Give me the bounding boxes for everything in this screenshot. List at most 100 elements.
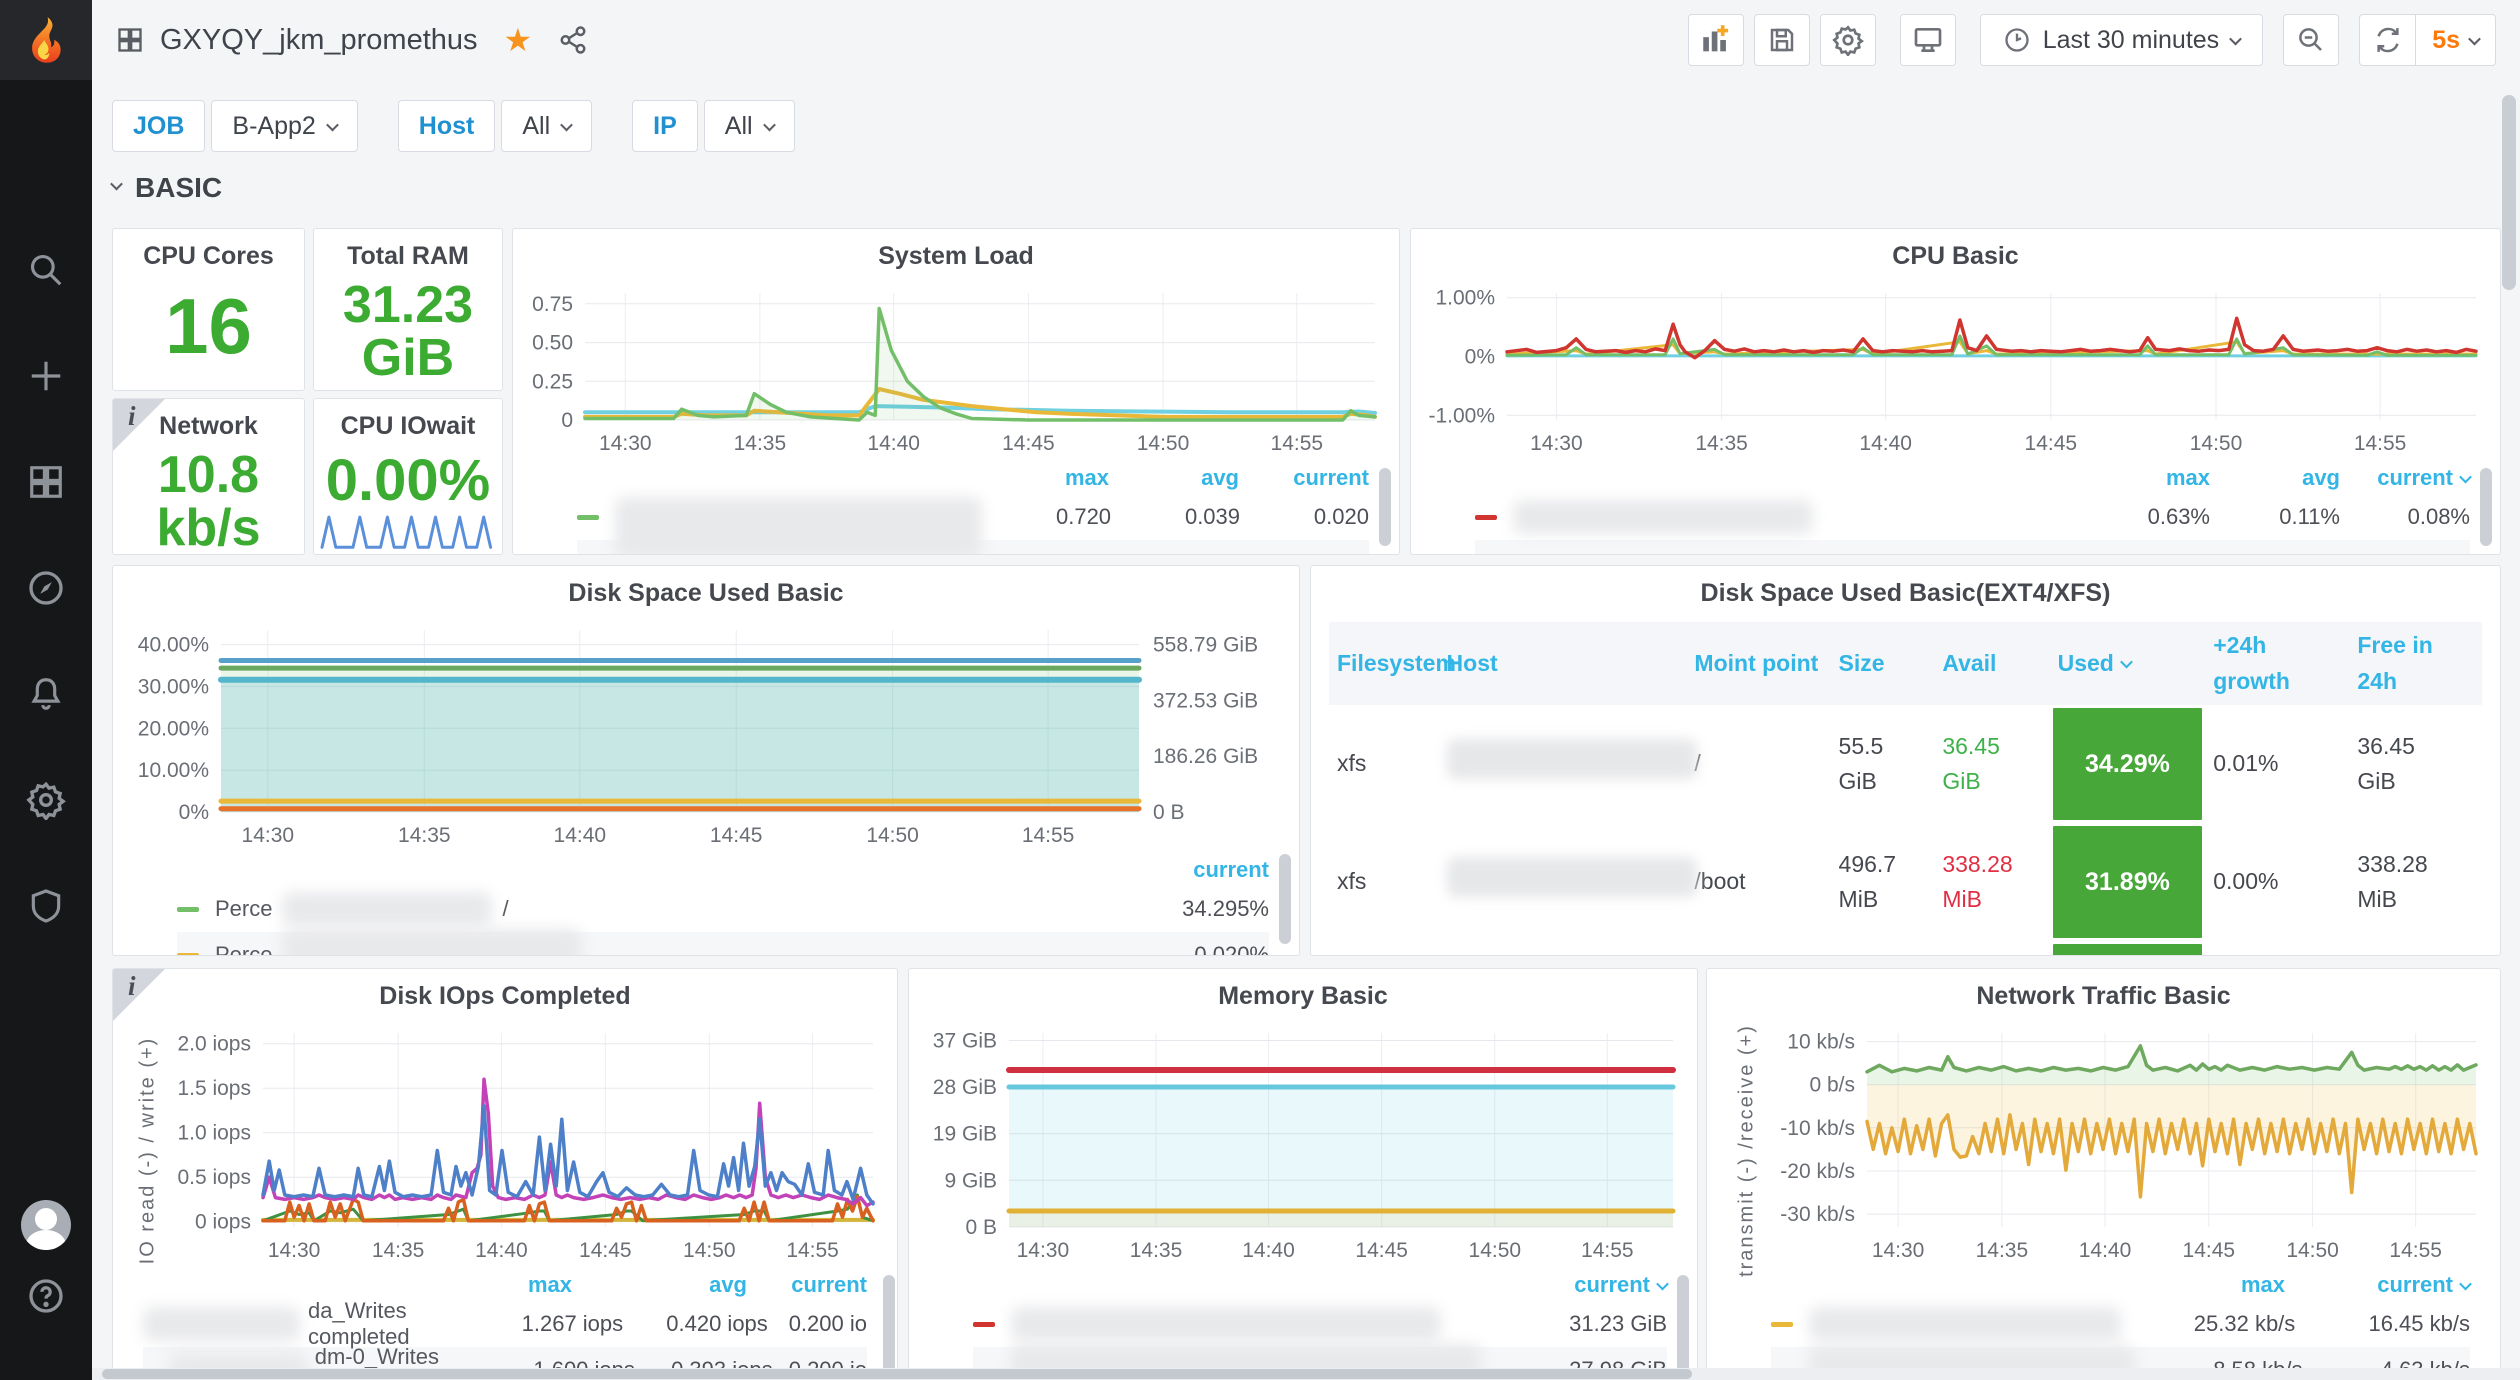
panel-disk-space-table[interactable]: Disk Space Used Basic(EXT4/XFS) Filesyst… [1310,565,2501,956]
panel-cpu-iowait[interactable]: CPU IOwait 0.00% [313,398,503,555]
legend-sort-avg[interactable]: avg [572,1272,747,1298]
legend-scrollbar[interactable] [1279,854,1291,944]
legend-scrollbar[interactable] [2480,468,2492,546]
configuration-gear-icon[interactable] [26,780,66,820]
add-panel-button[interactable] [1688,14,1744,66]
y-axis-label: transmit (-) /receive (+) [1736,1021,1759,1281]
refresh-interval-select[interactable]: 5s [2416,26,2495,55]
panel-info-corner[interactable] [113,969,165,1021]
system-load-chart[interactable]: 14:3014:3514:4014:4514:5014:5500.250.500… [513,279,1399,462]
legend-row[interactable]: 25.32 kb/s 16.45 kb/s [1771,1301,2470,1347]
legend-sort-avg[interactable]: avg [2210,465,2340,491]
table-row[interactable]: xfs /lvdata 499.8 GiB 499.65 GiB 0.02% 0… [1329,941,2482,956]
network-traffic-chart[interactable]: 14:3014:3514:4014:4514:5014:5510 kb/s0 b… [1707,1019,2500,1269]
dashboards-icon[interactable] [26,462,66,502]
legend-row[interactable]: 31.23 GiB [973,1301,1667,1347]
disk-iops-chart[interactable]: 14:3014:3514:4014:4514:5014:550 iops0.5 … [113,1019,897,1269]
legend-sort-max[interactable]: max [979,465,1109,491]
legend-sort-max[interactable]: max [2080,465,2210,491]
legend-scrollbar[interactable] [883,1275,895,1375]
legend-sort-max[interactable]: max [2100,1272,2285,1298]
help-icon[interactable] [26,1276,66,1316]
tv-mode-button[interactable] [1900,14,1956,66]
legend-row[interactable]: 10.1.10.177:9100 U 0.46% 0.04% 0.09% [1475,540,2470,555]
panel-disk-iops[interactable]: i Disk IOps Completed IO read (-) / writ… [112,968,898,1380]
svg-text:14:45: 14:45 [579,1239,632,1262]
col-used[interactable]: Used [2050,640,2206,688]
panel-system-load[interactable]: System Load 14:3014:3514:4014:4514:5014:… [512,228,1400,555]
legend-row[interactable]: da_Writes completed 1.267 iops 0.420 iop… [143,1301,867,1347]
chevron-down-icon [763,118,776,131]
legend-row[interactable]: 0.720 0.039 0.020 [577,494,1369,540]
panel-cpu-cores[interactable]: CPU Cores 16 [112,228,305,391]
svg-text:14:55: 14:55 [2389,1239,2442,1262]
share-icon[interactable] [558,25,588,55]
svg-text:14:45: 14:45 [2183,1239,2236,1262]
horizontal-scrollbar[interactable] [92,1368,2520,1380]
refresh-button[interactable] [2360,15,2416,65]
col-size[interactable]: Size [1831,640,1935,688]
legend-max: 25.32 kb/s [2121,1311,2296,1337]
grafana-logo[interactable] [0,0,92,80]
save-dashboard-button[interactable] [1754,14,1810,66]
col-filesystem[interactable]: Filesystem [1329,640,1439,688]
col-avail[interactable]: Avail [1934,640,2049,688]
col-mount[interactable]: Moint point [1686,640,1830,688]
ip-filter-select[interactable]: All [704,100,795,152]
col-growth[interactable]: +24h growth [2205,622,2349,705]
time-range-picker[interactable]: Last 30 minutes [1980,14,2264,66]
disk-space-chart[interactable]: 14:3014:3514:4014:4514:5014:550%10.00%20… [113,616,1299,854]
svg-text:0.25: 0.25 [532,370,573,393]
svg-text:19 GiB: 19 GiB [933,1123,997,1146]
page-scrollbar[interactable] [2502,95,2516,290]
legend-sort-current[interactable]: current [2285,1272,2470,1298]
stat-value: 16 [113,287,304,367]
legend-sort-current[interactable]: current [1574,1272,1667,1298]
legend-scrollbar[interactable] [1677,1275,1689,1375]
create-plus-icon[interactable] [26,356,66,396]
svg-text:1.5 iops: 1.5 iops [177,1077,251,1100]
legend-current: 0.09% [2340,550,2470,555]
col-host[interactable]: Host [1439,640,1687,688]
zoom-out-button[interactable] [2283,14,2339,66]
panel-total-ram[interactable]: Total RAM 31.23 GiB [313,228,503,391]
legend-row[interactable]: 0.63% 0.11% 0.08% [1475,494,2470,540]
panel-network-traffic[interactable]: Network Traffic Basic transmit (-) /rece… [1706,968,2501,1380]
alerting-bell-icon[interactable] [26,674,66,714]
table-row[interactable]: xfs /boot 496.7 MiB 338.28 MiB 31.89% 0.… [1329,823,2482,941]
legend-row[interactable]: Perce / 34.295% [177,886,1269,932]
cpu-basic-legend: max avg current 0.63% 0.11% 0.08% 10.1.1… [1411,462,2500,555]
legend-sort-avg[interactable]: avg [1109,465,1239,491]
panel-memory-basic[interactable]: Memory Basic 14:3014:3514:4014:4514:5014… [908,968,1698,1380]
legend-sort-current[interactable]: current [747,1272,867,1298]
legend-scrollbar[interactable] [1379,468,1391,546]
col-free-24h[interactable]: Free in 24h [2349,622,2459,705]
legend-row[interactable]: Perce 0.020% [177,932,1269,956]
host-filter-label: Host [398,100,496,152]
legend-sort-max[interactable]: max [397,1272,572,1298]
table-row[interactable]: xfs / 55.5 GiB 36.45 GiB 34.29% 0.01% 36… [1329,705,2482,823]
legend-sort-current[interactable]: current [1239,465,1369,491]
explore-compass-icon[interactable] [26,568,66,608]
legend-current: 34.295% [1182,896,1269,922]
star-icon[interactable]: ★ [504,21,533,59]
legend-sort-current[interactable]: current [1109,857,1269,883]
row-basic-toggle[interactable]: BASIC [112,172,222,204]
panel-info-corner[interactable] [113,399,165,451]
host-filter-select[interactable]: All [501,100,592,152]
svg-text:14:30: 14:30 [268,1239,321,1262]
panel-title: CPU IOwait [314,403,502,449]
panel-disk-space[interactable]: Disk Space Used Basic 14:3014:3514:4014:… [112,565,1300,956]
search-icon[interactable] [26,250,66,290]
dashboard-grid-icon [116,26,144,54]
job-filter-select[interactable]: B-App2 [211,100,357,152]
legend-sort-current[interactable]: current [2340,465,2470,491]
panel-cpu-basic[interactable]: CPU Basic 14:3014:3514:4014:4514:5014:55… [1410,228,2501,555]
panel-network[interactable]: i Network 10.8 kb/s [112,398,305,555]
server-admin-shield-icon[interactable] [26,886,66,926]
user-avatar[interactable] [21,1200,71,1250]
memory-basic-chart[interactable]: 14:3014:3514:4014:4514:5014:550 B9 GiB19… [909,1019,1697,1269]
svg-text:1.0 iops: 1.0 iops [177,1122,251,1145]
cpu-basic-chart[interactable]: 14:3014:3514:4014:4514:5014:55-1.00%0%1.… [1411,279,2500,462]
dashboard-settings-gear-icon[interactable] [1820,14,1876,66]
